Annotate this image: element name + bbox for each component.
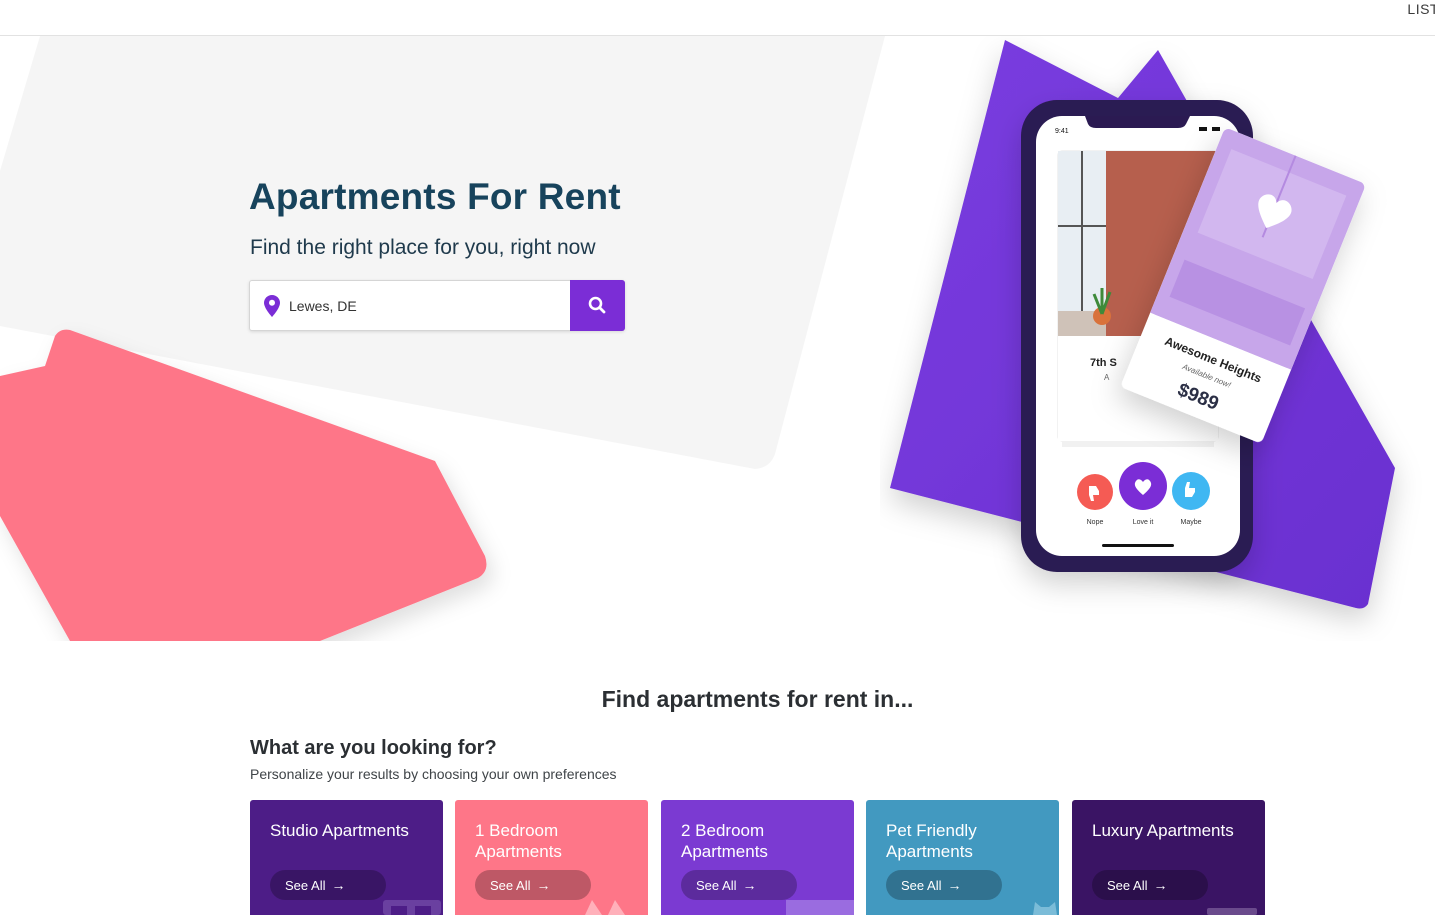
see-all-button[interactable]: See All → [1092, 870, 1208, 900]
status-time: 9:41 [1055, 128, 1069, 135]
arrow-right-icon: → [742, 877, 757, 893]
card-title: Luxury Apartments [1092, 821, 1234, 840]
card-studio-apartments[interactable]: Studio Apartments See All → [250, 800, 443, 915]
see-all-button[interactable]: See All → [681, 870, 797, 900]
arrow-right-icon: → [947, 877, 962, 893]
luxury-decoration [1207, 908, 1257, 915]
action-nope-label: Nope [1087, 519, 1104, 526]
card-2-bedroom-apartments[interactable]: 2 Bedroom Apartments See All → [661, 800, 854, 915]
bedroom-decoration [585, 900, 625, 915]
card-1-bedroom-apartments[interactable]: 1 Bedroom Apartments See All → [455, 800, 648, 915]
search-icon [588, 296, 606, 314]
location-search-bar [249, 280, 625, 331]
location-pin-icon [264, 295, 280, 317]
page-subtitle: Find the right place for you, right now [250, 236, 596, 259]
card-luxury-apartments[interactable]: Luxury Apartments See All → [1072, 800, 1265, 915]
looking-for-title: What are you looking for? [250, 737, 497, 759]
card-pet-friendly-apartments[interactable]: Pet Friendly Apartments See All → [866, 800, 1059, 915]
see-all-button[interactable]: See All → [886, 870, 1002, 900]
location-search-input[interactable] [289, 281, 569, 330]
top-navigation-bar: LIST [0, 0, 1435, 36]
card-title: 2 Bedroom Apartments [681, 821, 768, 861]
category-cards: Studio Apartments See All → 1 Bedroom Apa… [250, 800, 1266, 915]
hero-section: Apartments For Rent Find the right place… [0, 36, 1435, 641]
list-property-link[interactable]: LIST [1407, 1, 1435, 17]
card-title: Pet Friendly Apartments [886, 821, 977, 861]
page-title: Apartments For Rent [249, 176, 621, 217]
see-all-button[interactable]: See All → [270, 870, 386, 900]
card-title: 1 Bedroom Apartments [475, 821, 562, 861]
arrow-right-icon: → [536, 877, 551, 893]
action-maybe-label: Maybe [1180, 519, 1201, 526]
studio-decoration [383, 900, 441, 915]
arrow-right-icon: → [331, 877, 346, 893]
search-button[interactable] [570, 280, 625, 331]
pet-decoration [1033, 902, 1057, 915]
home-indicator [1102, 544, 1174, 547]
arrow-right-icon: → [1153, 877, 1168, 893]
action-love-label: Love it [1133, 519, 1154, 526]
section-title: Find apartments for rent in... [601, 686, 914, 712]
pink-house-shape [0, 329, 487, 641]
see-all-button[interactable]: See All → [475, 870, 591, 900]
bedroom-decoration [786, 900, 854, 915]
looking-for-subtitle: Personalize your results by choosing you… [250, 766, 617, 782]
back-listing-title: 7th S [1090, 357, 1117, 369]
app-phone-illustration: 9:41 7th S A Awesome Heights Available n… [890, 40, 1395, 609]
back-listing-sub: A [1104, 373, 1110, 382]
card-title: Studio Apartments [270, 821, 409, 840]
